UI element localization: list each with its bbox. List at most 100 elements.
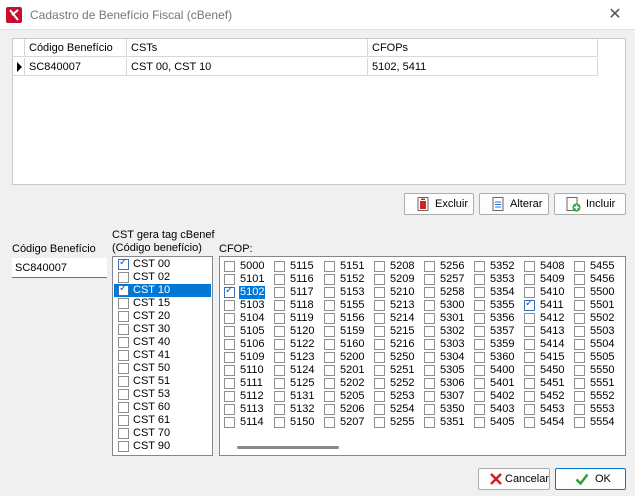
cfop-checkbox[interactable]: [224, 261, 235, 272]
cfop-option[interactable]: 5152: [324, 273, 374, 286]
cfop-checkbox[interactable]: [324, 417, 335, 428]
cfop-option[interactable]: 5122: [274, 338, 324, 351]
cfop-option[interactable]: 5250: [374, 351, 424, 364]
cfop-checkbox[interactable]: [424, 326, 435, 337]
cfop-option[interactable]: 5351: [424, 416, 474, 429]
cfop-checkbox[interactable]: [324, 326, 335, 337]
cfop-checkbox[interactable]: [274, 378, 285, 389]
cst-checkbox[interactable]: [118, 257, 129, 270]
cfop-checkbox[interactable]: [324, 287, 335, 298]
cfop-option[interactable]: 5355: [474, 299, 524, 312]
cfop-checkbox[interactable]: [474, 261, 485, 272]
cfop-option[interactable]: 5504: [574, 338, 624, 351]
grid-header-code[interactable]: Código Benefício: [25, 39, 127, 57]
incluir-button[interactable]: Incluir: [554, 193, 626, 215]
cst-checkbox[interactable]: [118, 376, 129, 387]
cfop-checkbox[interactable]: [324, 261, 335, 272]
cfop-option[interactable]: 5303: [424, 338, 474, 351]
cfop-option[interactable]: 5208: [374, 260, 424, 273]
cfop-checkbox[interactable]: [474, 378, 485, 389]
code-input[interactable]: [12, 258, 107, 278]
cfop-option[interactable]: 5000: [224, 260, 274, 273]
cfop-option[interactable]: 5213: [374, 299, 424, 312]
cfop-option[interactable]: 5502: [574, 312, 624, 325]
cfop-option[interactable]: 5254: [374, 403, 424, 416]
grid-cell-csts[interactable]: CST 00, CST 10: [127, 58, 368, 76]
cfop-checkbox[interactable]: [224, 391, 235, 402]
cfop-option[interactable]: 5553: [574, 403, 624, 416]
horizontal-scrollbar[interactable]: [237, 446, 339, 449]
cfop-checkbox[interactable]: [274, 404, 285, 415]
cfop-checkbox[interactable]: [374, 339, 385, 350]
cfop-checkbox[interactable]: [374, 326, 385, 337]
cfop-checkbox[interactable]: [424, 274, 435, 285]
cfop-option[interactable]: 5120: [274, 325, 324, 338]
cst-option[interactable]: CST 20: [114, 310, 211, 323]
cfop-option[interactable]: 5302: [424, 325, 474, 338]
cst-option[interactable]: CST 60: [114, 401, 211, 414]
cfop-checkbox[interactable]: [524, 365, 535, 376]
cfop-option[interactable]: 5415: [524, 351, 574, 364]
cfop-checkbox[interactable]: [424, 378, 435, 389]
cfop-checkbox[interactable]: [424, 261, 435, 272]
cfop-checkbox[interactable]: [374, 274, 385, 285]
cfop-checkbox[interactable]: [324, 365, 335, 376]
cfop-checkbox[interactable]: [374, 313, 385, 324]
cfop-checkbox[interactable]: [574, 352, 585, 363]
cfop-checkbox[interactable]: [474, 391, 485, 402]
cfop-option[interactable]: 5352: [474, 260, 524, 273]
cfop-checkbox[interactable]: [324, 313, 335, 324]
ok-button[interactable]: OK: [555, 468, 626, 490]
cfop-option[interactable]: 5258: [424, 286, 474, 299]
cfop-checkbox[interactable]: [574, 339, 585, 350]
cfop-option[interactable]: 5357: [474, 325, 524, 338]
cfop-option[interactable]: 5119: [274, 312, 324, 325]
cfop-checkbox[interactable]: [524, 391, 535, 402]
cfop-option[interactable]: 5215: [374, 325, 424, 338]
cfop-checkbox[interactable]: [424, 287, 435, 298]
cfop-checkbox[interactable]: [524, 261, 535, 272]
cfop-checkbox[interactable]: [274, 287, 285, 298]
cfop-option[interactable]: 5403: [474, 403, 524, 416]
cfop-option[interactable]: 5360: [474, 351, 524, 364]
cfop-checkbox[interactable]: [324, 274, 335, 285]
excluir-button[interactable]: Excluir: [404, 193, 474, 215]
cfop-option[interactable]: 5552: [574, 390, 624, 403]
cfop-checkbox[interactable]: [524, 274, 535, 285]
cfop-checkbox[interactable]: [524, 313, 535, 324]
cfop-checkbox[interactable]: [374, 404, 385, 415]
cfop-checkbox[interactable]: [324, 300, 335, 311]
cfop-checkbox[interactable]: [524, 378, 535, 389]
cfop-option[interactable]: 5109: [224, 351, 274, 364]
cfop-option[interactable]: 5501: [574, 299, 624, 312]
cfop-option[interactable]: 5202: [324, 377, 374, 390]
cfop-option[interactable]: 5356: [474, 312, 524, 325]
cfop-option[interactable]: 5207: [324, 416, 374, 429]
cst-option[interactable]: CST 70: [114, 427, 211, 440]
cfop-option[interactable]: 5104: [224, 312, 274, 325]
cfop-checkbox[interactable]: [474, 287, 485, 298]
cfop-checkbox[interactable]: [374, 391, 385, 402]
cst-option[interactable]: CST 10: [114, 283, 211, 297]
cst-checkbox[interactable]: [118, 324, 129, 335]
cst-option[interactable]: CST 51: [114, 375, 211, 388]
cfop-option[interactable]: 5153: [324, 286, 374, 299]
cfop-checkbox[interactable]: [274, 365, 285, 376]
cfop-checkbox[interactable]: [424, 352, 435, 363]
cst-checklist[interactable]: CST 00CST 02CST 10CST 15CST 20CST 30CST …: [112, 256, 213, 456]
cfop-checkbox[interactable]: [224, 313, 235, 324]
cfop-checkbox[interactable]: [574, 300, 585, 311]
cfop-checkbox[interactable]: [274, 300, 285, 311]
cfop-option[interactable]: 5251: [374, 364, 424, 377]
cfop-checkbox[interactable]: [374, 417, 385, 428]
cst-option[interactable]: CST 40: [114, 336, 211, 349]
cfop-option[interactable]: 5209: [374, 273, 424, 286]
cfop-option[interactable]: 5455: [574, 260, 624, 273]
cfop-option[interactable]: 5305: [424, 364, 474, 377]
close-icon[interactable]: ✕: [604, 4, 626, 26]
cfop-option[interactable]: 5307: [424, 390, 474, 403]
cfop-option[interactable]: 5456: [574, 273, 624, 286]
cfop-checkbox[interactable]: [374, 261, 385, 272]
cfop-checkbox[interactable]: [224, 300, 235, 311]
cfop-option[interactable]: 5408: [524, 260, 574, 273]
